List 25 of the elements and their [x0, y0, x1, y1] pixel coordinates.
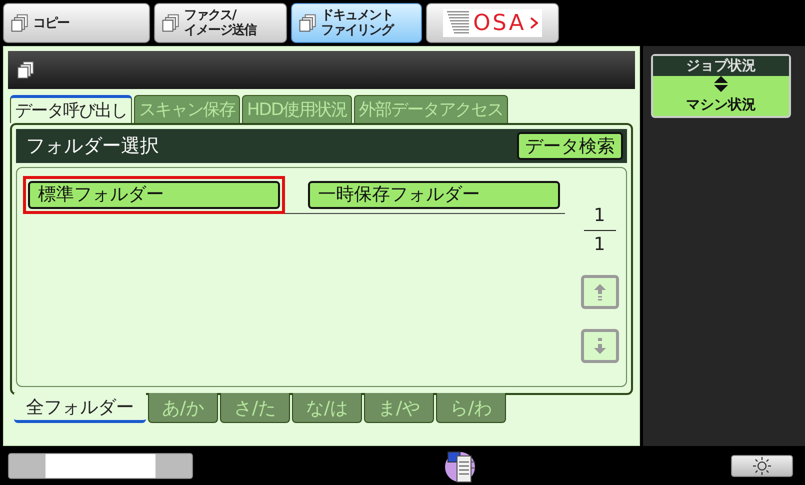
swap-arrows-icon	[714, 76, 728, 92]
document-icon	[161, 13, 181, 33]
tab[interactable]: データ呼び出し	[10, 95, 132, 123]
mode-button[interactable]: OSA	[426, 3, 559, 43]
document-icon	[298, 13, 318, 33]
job-status-button[interactable]: ジョブ状況 マシン状況	[651, 54, 791, 118]
brightness-button[interactable]	[731, 454, 793, 476]
page-total: 1	[594, 235, 606, 255]
panel-title: フォルダー選択	[26, 134, 159, 159]
folder-button[interactable]: 標準フォルダー	[23, 176, 285, 214]
stripes-icon	[447, 11, 470, 35]
up-arrow-icon	[592, 283, 606, 301]
page-current: 1	[594, 206, 606, 226]
scroll-up-button[interactable]	[580, 275, 618, 309]
mode-button[interactable]: ファクス/ イメージ送信	[154, 3, 287, 43]
document-icon	[16, 60, 36, 80]
scroll-down-button[interactable]	[580, 329, 618, 363]
mode-button[interactable]: ドキュメント ファイリング	[291, 3, 422, 43]
chevron-icon	[530, 17, 538, 29]
search-button[interactable]: データ検索	[517, 132, 623, 160]
mode-button[interactable]: コピー	[3, 3, 150, 43]
document-icon	[10, 13, 30, 33]
brightness-icon	[753, 456, 771, 474]
index-tab[interactable]: 全フォルダー	[14, 393, 146, 423]
down-arrow-icon	[592, 337, 606, 355]
